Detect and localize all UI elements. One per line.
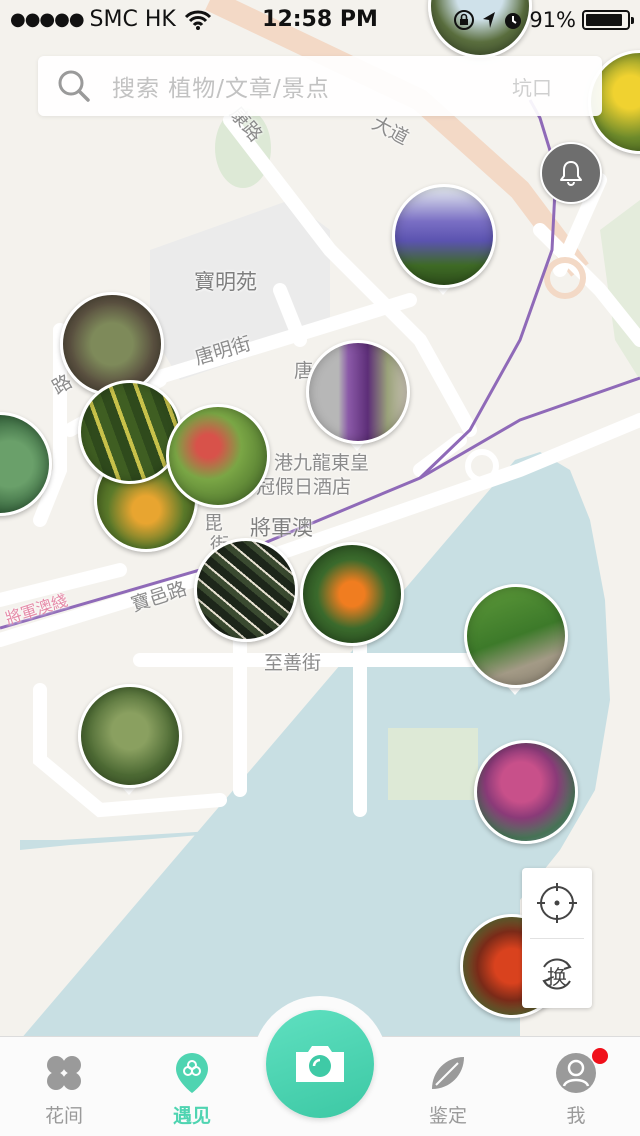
location-arrow-icon xyxy=(483,12,496,28)
plant-pin-paving-weed[interactable] xyxy=(464,584,568,688)
rotation-lock-icon xyxy=(454,10,475,30)
map-pin-icon xyxy=(170,1051,214,1095)
plant-pin-grass-weeds[interactable] xyxy=(60,292,164,396)
plant-pin-snake-plant[interactable] xyxy=(78,380,182,484)
search-bar-map-text: 坑口 xyxy=(512,76,552,100)
camera-button[interactable] xyxy=(266,1010,374,1118)
search-placeholder: 搜索 植物/文章/景点 xyxy=(112,76,330,102)
search-icon xyxy=(58,70,90,102)
clover-icon xyxy=(42,1051,86,1095)
notification-badge xyxy=(592,1048,608,1064)
plant-pin-purple-lupins[interactable] xyxy=(392,184,496,288)
plant-pin-palm-shrub[interactable] xyxy=(78,684,182,788)
search-bar[interactable]: 搜索 植物/文章/景点 坑口 xyxy=(38,56,602,116)
tab-label: 我 xyxy=(566,1105,586,1127)
tab-me[interactable]: 我 xyxy=(512,1037,640,1136)
camera-icon xyxy=(296,1046,344,1082)
plant-pin-red-tip-shrub[interactable] xyxy=(166,404,270,508)
battery-percent: 91% xyxy=(529,8,576,32)
map-label-po-ming-court: 寶明苑 xyxy=(194,270,257,294)
map-label-hotel-line2: 冠假日酒店 xyxy=(256,476,352,498)
plant-pin-purple-oxalis[interactable] xyxy=(306,340,410,444)
leaf-icon xyxy=(426,1051,470,1095)
notification-bell-button[interactable] xyxy=(540,142,602,204)
locate-me-button[interactable] xyxy=(522,868,592,938)
map-label-chi-shin-street: 至善街 xyxy=(264,652,322,674)
switch-icon: 换 xyxy=(536,953,578,995)
plant-pin-dark-leaf-plant[interactable] xyxy=(194,538,298,642)
tab-huajian[interactable]: 花间 xyxy=(0,1037,128,1136)
map-controls: 换 xyxy=(522,868,592,1008)
tab-label: 遇见 xyxy=(172,1105,211,1127)
crosshair-icon xyxy=(537,883,577,923)
status-bar: ●●●●● SMC HK 12:58 PM 91% xyxy=(0,0,640,40)
tab-label: 花间 xyxy=(44,1105,83,1127)
tab-label: 鉴定 xyxy=(428,1105,467,1127)
switch-label: 换 xyxy=(547,965,567,989)
battery-level xyxy=(586,14,623,26)
tab-jianding[interactable]: 鉴定 xyxy=(384,1037,512,1136)
plant-pin-bird-of-paradise[interactable] xyxy=(300,542,404,646)
alarm-icon xyxy=(505,13,522,29)
switch-button[interactable]: 换 xyxy=(522,939,592,1009)
map-label-hotel-line1: 港九龍東皇 xyxy=(274,452,370,474)
status-right: 91% xyxy=(453,8,634,32)
plant-pin-crape-myrtle[interactable] xyxy=(474,740,578,844)
battery-icon xyxy=(582,10,634,30)
bell-icon xyxy=(560,161,582,186)
map-label-tseung-kwan-o: 將軍澳 xyxy=(250,516,313,540)
tab-yujian[interactable]: 遇见 xyxy=(128,1037,256,1136)
